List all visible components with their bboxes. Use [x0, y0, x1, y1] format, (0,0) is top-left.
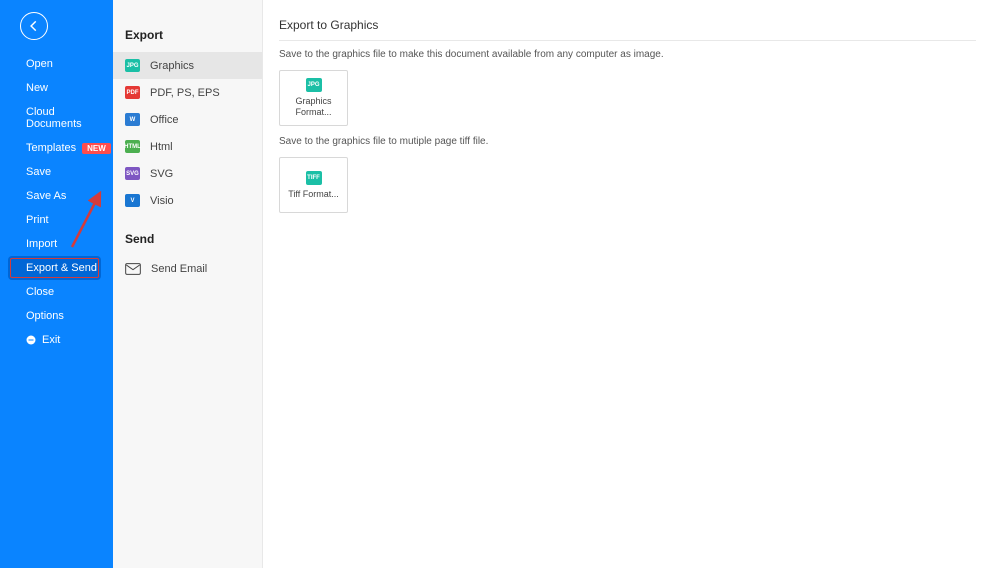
- nav-label: Close: [26, 286, 54, 298]
- file-menu-sidebar: Open New Cloud Documents Templates NEW S…: [0, 0, 113, 568]
- back-button[interactable]: [20, 12, 48, 40]
- nav-export-send[interactable]: Export & Send: [8, 256, 101, 280]
- export-item-pdf[interactable]: PDF PDF, PS, EPS: [113, 79, 262, 106]
- page-title: Export to Graphics: [279, 18, 976, 32]
- card-label: Tiff Format...: [288, 189, 339, 200]
- html-icon: HTML: [125, 140, 140, 153]
- export-item-office[interactable]: W Office: [113, 106, 262, 133]
- nav-close[interactable]: Close: [0, 280, 113, 304]
- divider: [279, 40, 976, 41]
- export-item-visio[interactable]: V Visio: [113, 187, 262, 214]
- panel-item-label: Send Email: [151, 263, 207, 275]
- panel-item-label: Html: [150, 141, 173, 153]
- nav-label: Import: [26, 238, 57, 250]
- panel-header-send: Send: [113, 222, 262, 256]
- nav-label: Templates: [26, 142, 76, 154]
- new-badge: NEW: [82, 143, 111, 154]
- nav-label: Exit: [42, 334, 60, 346]
- nav-label: Options: [26, 310, 64, 322]
- panel-item-label: Office: [150, 114, 179, 126]
- nav-save[interactable]: Save: [0, 160, 113, 184]
- card-label: Graphics Format...: [280, 96, 347, 118]
- send-item-email[interactable]: Send Email: [113, 256, 262, 282]
- pdf-icon: PDF: [125, 86, 140, 99]
- nav-exit[interactable]: Exit: [0, 328, 113, 352]
- nav-label: Save As: [26, 190, 66, 202]
- jpg-icon: JPG: [125, 59, 140, 72]
- nav-label: Cloud Documents: [26, 106, 113, 130]
- mail-icon: [125, 263, 141, 275]
- nav-import[interactable]: Import: [0, 232, 113, 256]
- content-area: Wondershare EdrawMax Export to Graphics …: [263, 0, 1000, 568]
- nav-label: New: [26, 82, 48, 94]
- panel-item-label: Visio: [150, 195, 174, 207]
- tiff-description: Save to the graphics file to mutiple pag…: [279, 136, 976, 147]
- nav-label: Export & Send: [26, 262, 97, 274]
- tiff-format-button[interactable]: TIFF Tiff Format...: [279, 157, 348, 213]
- nav-label: Print: [26, 214, 49, 226]
- word-icon: W: [125, 113, 140, 126]
- nav-label: Save: [26, 166, 51, 178]
- nav-label: Open: [26, 58, 53, 70]
- exit-icon: [26, 335, 36, 345]
- jpg-icon: JPG: [306, 78, 322, 92]
- nav-new[interactable]: New: [0, 76, 113, 100]
- tiff-icon: TIFF: [306, 171, 322, 185]
- export-type-panel: Export JPG Graphics PDF PDF, PS, EPS W O…: [113, 0, 263, 568]
- panel-header-export: Export: [113, 18, 262, 52]
- nav-open[interactable]: Open: [0, 52, 113, 76]
- panel-item-label: PDF, PS, EPS: [150, 87, 220, 99]
- nav-cloud-documents[interactable]: Cloud Documents: [0, 100, 113, 136]
- graphics-description: Save to the graphics file to make this d…: [279, 49, 976, 60]
- nav-options[interactable]: Options: [0, 304, 113, 328]
- export-item-html[interactable]: HTML Html: [113, 133, 262, 160]
- graphics-format-button[interactable]: JPG Graphics Format...: [279, 70, 348, 126]
- arrow-left-icon: [27, 19, 41, 33]
- panel-item-label: SVG: [150, 168, 173, 180]
- nav-save-as[interactable]: Save As: [0, 184, 113, 208]
- svg-icon: SVG: [125, 167, 140, 180]
- panel-item-label: Graphics: [150, 60, 194, 72]
- export-item-svg[interactable]: SVG SVG: [113, 160, 262, 187]
- nav-print[interactable]: Print: [0, 208, 113, 232]
- nav-templates[interactable]: Templates NEW: [0, 136, 113, 160]
- export-item-graphics[interactable]: JPG Graphics: [113, 52, 262, 79]
- visio-icon: V: [125, 194, 140, 207]
